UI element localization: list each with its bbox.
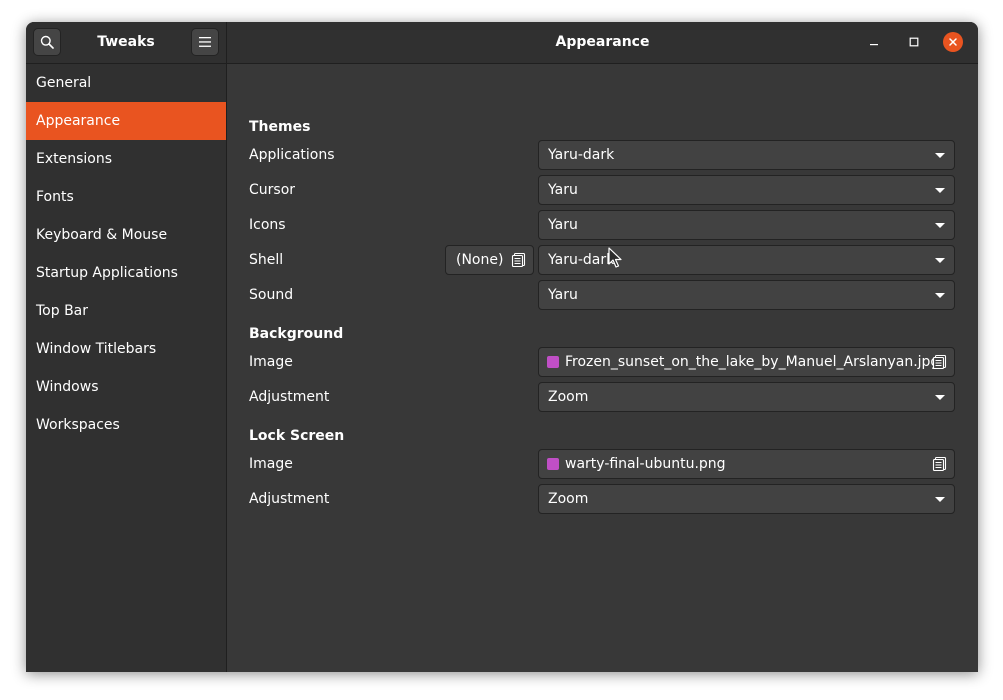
background-image-label: Image xyxy=(249,354,293,370)
icons-label: Icons xyxy=(249,217,286,233)
dropdown-arrow-icon xyxy=(935,293,945,298)
applications-label: Applications xyxy=(249,147,335,163)
header-bar-sidebar-section: Tweaks xyxy=(26,22,227,63)
themes-section-title: Themes xyxy=(249,119,311,135)
applications-theme-dropdown[interactable]: Yaru-dark xyxy=(538,140,955,170)
lock-screen-image-file-chooser[interactable]: warty-final-ubuntu.png xyxy=(538,449,955,479)
icons-theme-dropdown[interactable]: Yaru xyxy=(538,210,955,240)
sidebar-item-startup-applications[interactable]: Startup Applications xyxy=(26,254,226,292)
hamburger-menu-icon xyxy=(199,37,211,47)
document-open-icon xyxy=(932,354,947,370)
lock-screen-image-filename: warty-final-ubuntu.png xyxy=(565,456,726,472)
sidebar-item-workspaces[interactable]: Workspaces xyxy=(26,406,226,444)
icons-theme-value: Yaru xyxy=(548,217,578,233)
lock-screen-section-title: Lock Screen xyxy=(249,428,345,444)
shell-label: Shell xyxy=(249,252,284,268)
maximize-button[interactable] xyxy=(904,32,924,52)
lock-screen-adjustment-value: Zoom xyxy=(548,491,589,507)
image-file-icon xyxy=(547,356,559,368)
sidebar-item-fonts[interactable]: Fonts xyxy=(26,178,226,216)
sidebar-item-general[interactable]: General xyxy=(26,64,226,102)
shell-theme-value: Yaru-dark xyxy=(548,252,615,268)
sound-label: Sound xyxy=(249,287,294,303)
document-open-icon xyxy=(932,456,947,472)
cursor-label: Cursor xyxy=(249,182,296,198)
background-image-filename: Frozen_sunset_on_the_lake_by_Manuel_Arsl… xyxy=(565,354,940,370)
close-button[interactable] xyxy=(943,32,963,52)
search-button[interactable] xyxy=(33,28,61,56)
tweaks-window: Tweaks Appearance General Appearance Ext… xyxy=(26,22,978,672)
minimize-button[interactable] xyxy=(864,32,884,52)
background-section-title: Background xyxy=(249,326,344,342)
cursor-theme-value: Yaru xyxy=(548,182,578,198)
lock-screen-adjustment-dropdown[interactable]: Zoom xyxy=(538,484,955,514)
sidebar: General Appearance Extensions Fonts Keyb… xyxy=(26,64,227,672)
background-adjustment-label: Adjustment xyxy=(249,389,330,405)
shell-theme-dropdown[interactable]: Yaru-dark xyxy=(538,245,955,275)
sidebar-item-top-bar[interactable]: Top Bar xyxy=(26,292,226,330)
image-file-icon xyxy=(547,458,559,470)
sidebar-item-appearance[interactable]: Appearance xyxy=(26,102,226,140)
sound-theme-value: Yaru xyxy=(548,287,578,303)
close-icon xyxy=(949,38,957,46)
shell-file-value: (None) xyxy=(456,252,504,268)
sound-theme-dropdown[interactable]: Yaru xyxy=(538,280,955,310)
background-adjustment-dropdown[interactable]: Zoom xyxy=(538,382,955,412)
search-icon xyxy=(40,35,54,49)
cursor-theme-dropdown[interactable]: Yaru xyxy=(538,175,955,205)
dropdown-arrow-icon xyxy=(935,188,945,193)
sidebar-item-window-titlebars[interactable]: Window Titlebars xyxy=(26,330,226,368)
applications-theme-value: Yaru-dark xyxy=(548,147,615,163)
dropdown-arrow-icon xyxy=(935,153,945,158)
dropdown-arrow-icon xyxy=(935,497,945,502)
maximize-icon xyxy=(909,37,919,47)
background-image-file-chooser[interactable]: Frozen_sunset_on_the_lake_by_Manuel_Arsl… xyxy=(538,347,955,377)
dropdown-arrow-icon xyxy=(935,223,945,228)
sidebar-item-windows[interactable]: Windows xyxy=(26,368,226,406)
appearance-panel: Themes Applications Yaru-dark Cursor Yar… xyxy=(227,64,978,672)
sidebar-item-extensions[interactable]: Extensions xyxy=(26,140,226,178)
main-menu-button[interactable] xyxy=(191,28,219,56)
lock-screen-image-label: Image xyxy=(249,456,293,472)
background-adjustment-value: Zoom xyxy=(548,389,589,405)
header-bar: Tweaks Appearance xyxy=(26,22,978,64)
dropdown-arrow-icon xyxy=(935,395,945,400)
lock-screen-adjustment-label: Adjustment xyxy=(249,491,330,507)
sidebar-item-keyboard-mouse[interactable]: Keyboard & Mouse xyxy=(26,216,226,254)
mouse-pointer-icon xyxy=(608,247,622,268)
minimize-icon xyxy=(870,44,878,46)
document-open-icon xyxy=(511,252,526,268)
shell-file-chooser-button[interactable]: (None) xyxy=(445,245,534,275)
dropdown-arrow-icon xyxy=(935,258,945,263)
